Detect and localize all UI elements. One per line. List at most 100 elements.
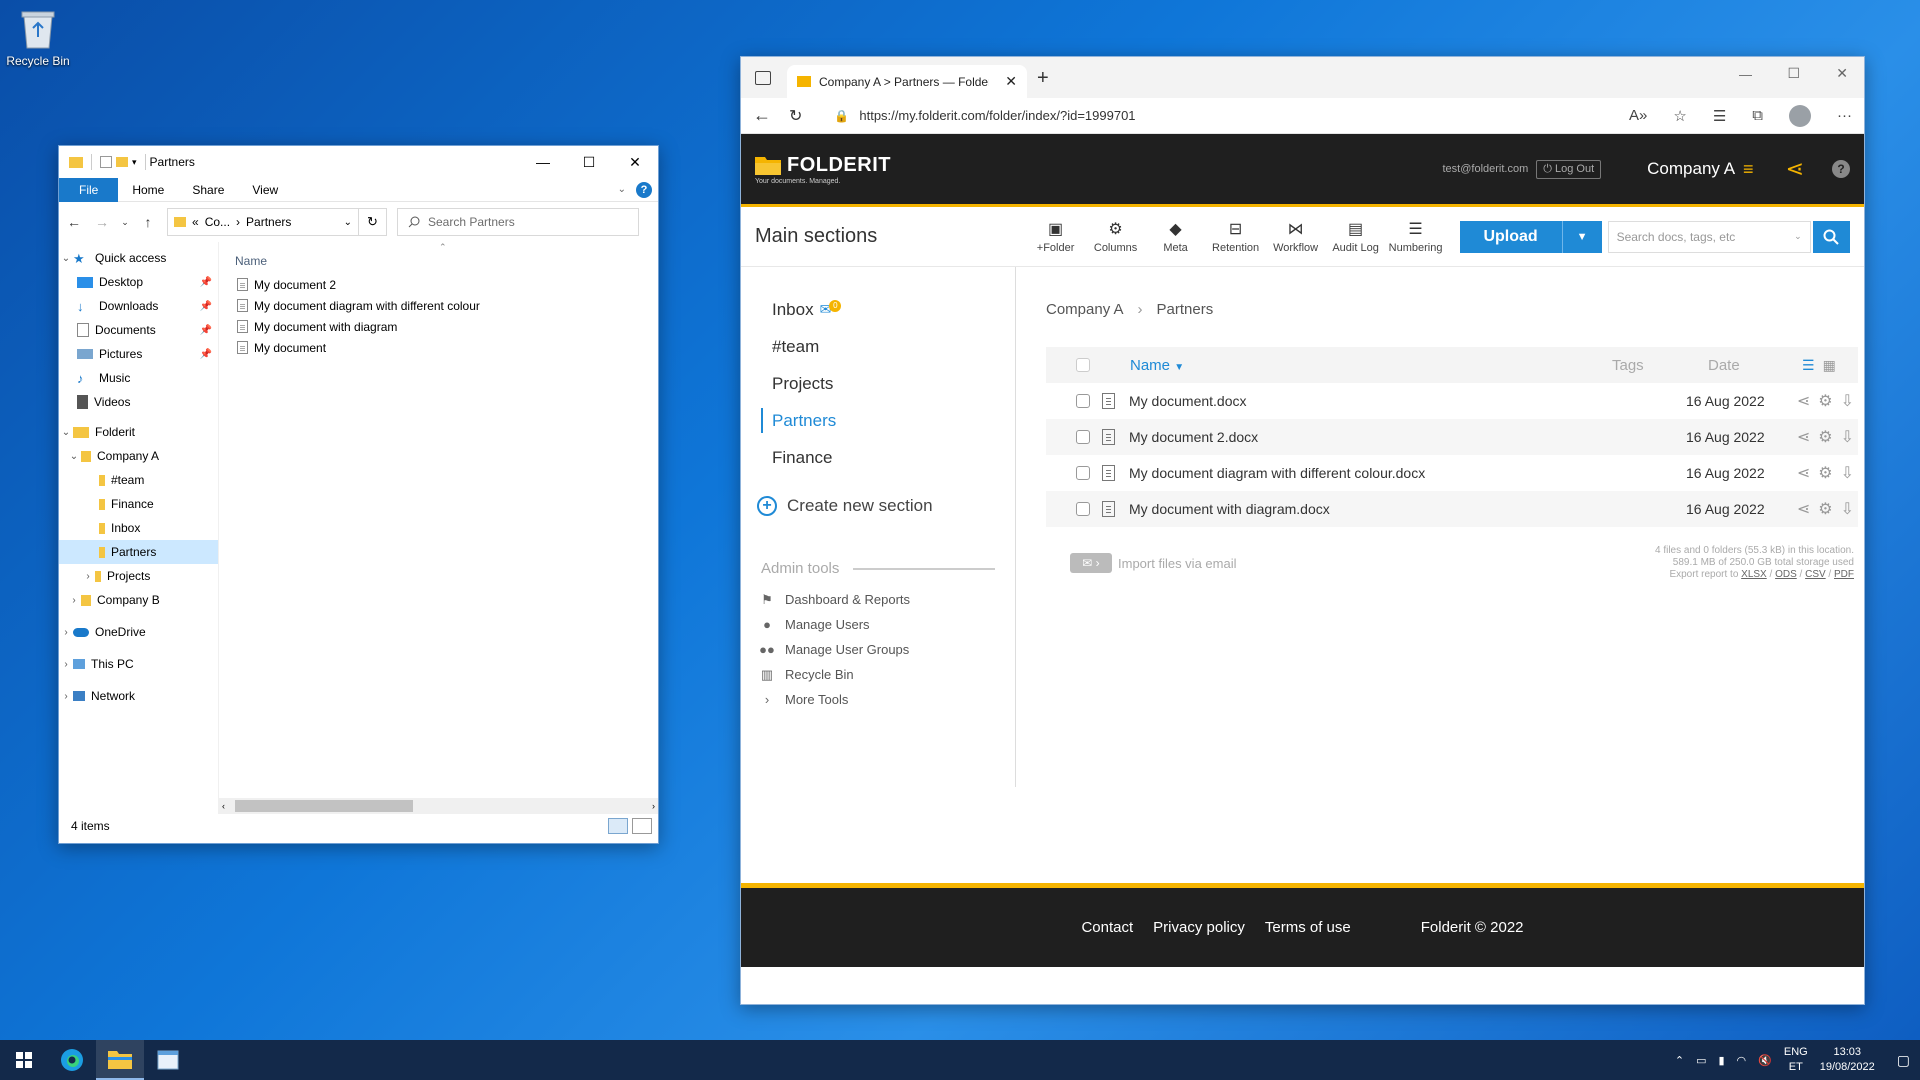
audit-log-button[interactable]: ▤ Audit Log [1326,220,1386,254]
recent-locations-icon[interactable]: ⌄ [121,217,129,228]
nav-partners[interactable]: Partners [59,540,218,564]
back-button[interactable]: ← [753,105,771,126]
wifi-icon[interactable]: ◠ [1737,1054,1747,1067]
nav-projects[interactable]: › Projects [59,564,218,588]
refresh-button[interactable]: ↻ [789,106,802,126]
address-crumb-partners[interactable]: Partners [246,215,291,229]
tab-home[interactable]: Home [118,178,178,202]
address-bar[interactable]: « Co... › Partners ⌄ [167,208,359,236]
share-icon[interactable]: ⋖ [1797,499,1810,519]
document-name[interactable]: My document with diagram.docx [1129,501,1330,517]
refresh-button[interactable]: ↻ [359,208,387,236]
create-new-section-button[interactable]: + Create new section [741,486,1015,526]
read-aloud-icon[interactable]: A» [1629,107,1647,124]
column-header-name[interactable]: Name ⌃ [219,242,658,274]
nav-inbox[interactable]: Inbox [59,516,218,540]
section-inbox[interactable]: Inbox ✉ 0 [741,291,1015,328]
scroll-right-icon[interactable]: › [652,801,658,811]
up-button[interactable]: ↑ [139,214,157,230]
column-tags[interactable]: Tags [1612,357,1708,374]
row-checkbox[interactable] [1076,430,1090,444]
new-folder-button[interactable]: ▣ +Folder [1026,220,1086,254]
nav-team[interactable]: #team [59,468,218,492]
table-row[interactable]: My document with diagram.docx 16 Aug 202… [1046,491,1858,527]
language-indicator[interactable]: ENG ET [1784,1045,1808,1075]
admin-more-tools[interactable]: › More Tools [741,687,1015,712]
footer-contact-link[interactable]: Contact [1081,919,1133,936]
taskbar-explorer-button[interactable] [96,1040,144,1080]
file-row[interactable]: My document with diagram [219,316,658,337]
lock-icon[interactable]: 🔒 [834,109,849,123]
column-date[interactable]: Date [1708,357,1802,374]
nav-company-b[interactable]: › Company B [59,588,218,612]
download-icon[interactable]: ⇩ [1841,463,1854,483]
close-button[interactable]: ✕ [1836,65,1848,82]
scrollbar-thumb[interactable] [235,800,413,812]
quick-access-dropdown-icon[interactable]: ▾ [132,157,137,168]
section-partners[interactable]: Partners [741,402,1015,439]
admin-recycle-bin[interactable]: ▥ Recycle Bin [741,662,1015,687]
horizontal-scrollbar[interactable]: ‹ › [219,798,658,814]
export-pdf-link[interactable]: PDF [1834,569,1854,580]
nav-desktop[interactable]: Desktop 📌 [59,270,218,294]
share-icon[interactable]: ⋖ [1797,391,1810,411]
help-icon[interactable]: ? [1832,160,1850,178]
admin-manage-users[interactable]: ● Manage Users [741,612,1015,637]
row-checkbox[interactable] [1076,466,1090,480]
minimize-button[interactable]: — [520,146,566,178]
nav-quick-access[interactable]: ⌄ ★ Quick access [59,246,218,270]
nav-finance[interactable]: Finance [59,492,218,516]
file-row[interactable]: My document diagram with different colou… [219,295,658,316]
nav-downloads[interactable]: ↓ Downloads 📌 [59,294,218,318]
chevron-down-icon[interactable]: ⌄ [59,253,73,264]
gear-icon[interactable]: ⚙ [1818,427,1832,447]
meta-button[interactable]: ◆ Meta [1146,220,1206,254]
chevron-right-icon[interactable]: › [81,571,95,582]
browser-tab[interactable]: Company A > Partners — Folder ✕ [787,65,1027,98]
details-view-icon[interactable] [608,818,628,834]
tab-share[interactable]: Share [178,178,238,202]
admin-dashboard-reports[interactable]: ⚑ Dashboard & Reports [741,587,1015,612]
volume-muted-icon[interactable]: 🔇 [1758,1054,1772,1067]
help-icon[interactable]: ? [636,181,652,198]
share-icon[interactable]: ⋖ [1797,427,1810,447]
properties-icon[interactable] [100,156,112,168]
close-button[interactable]: ✕ [612,146,658,178]
chevron-right-icon[interactable]: › [59,691,73,702]
nav-videos[interactable]: Videos [59,390,218,414]
row-checkbox[interactable] [1076,394,1090,408]
chevron-down-icon[interactable]: ⌄ [67,451,81,462]
gear-icon[interactable]: ⚙ [1818,391,1832,411]
upload-dropdown-icon[interactable]: ▼ [1561,220,1602,253]
footer-terms-link[interactable]: Terms of use [1265,919,1351,936]
tab-actions-icon[interactable] [755,71,771,85]
clock[interactable]: 13:03 19/08/2022 [1820,1045,1875,1075]
favorites-icon[interactable]: ☰ [1713,107,1726,125]
device-icon[interactable]: ▭ [1696,1054,1706,1067]
maximize-button[interactable]: ☐ [1787,65,1800,82]
file-row[interactable]: My document [219,337,658,358]
gear-icon[interactable]: ⚙ [1818,463,1832,483]
document-name[interactable]: My document.docx [1129,393,1247,409]
recycle-bin-desktop-icon[interactable]: Recycle Bin [4,6,72,68]
taskbar-edge-button[interactable] [48,1040,96,1080]
share-icon[interactable]: ⋖ [1786,156,1804,182]
gear-icon[interactable]: ⚙ [1818,499,1832,519]
admin-manage-user-groups[interactable]: ●● Manage User Groups [741,637,1015,662]
more-menu-icon[interactable]: ··· [1837,107,1852,124]
document-name[interactable]: My document 2.docx [1129,429,1258,445]
nav-pictures[interactable]: Pictures 📌 [59,342,218,366]
new-folder-icon[interactable] [116,157,128,167]
table-row[interactable]: My document.docx 16 Aug 2022 ⋖ ⚙ ⇩ [1046,383,1858,419]
breadcrumb-company[interactable]: Company A [1046,301,1124,318]
battery-icon[interactable]: ▮ [1718,1054,1724,1067]
share-icon[interactable]: ⋖ [1797,463,1810,483]
section-projects[interactable]: Projects [741,365,1015,402]
upload-button[interactable]: Upload [1459,220,1562,253]
url-bar[interactable]: https://my.folderit.com/folder/index/?id… [859,108,1135,123]
search-input[interactable]: Search Partners [397,208,639,236]
nav-company-a[interactable]: ⌄ Company A [59,444,218,468]
download-icon[interactable]: ⇩ [1841,499,1854,519]
taskbar-app-button[interactable] [144,1040,192,1080]
chevron-right-icon[interactable]: › [59,659,73,670]
